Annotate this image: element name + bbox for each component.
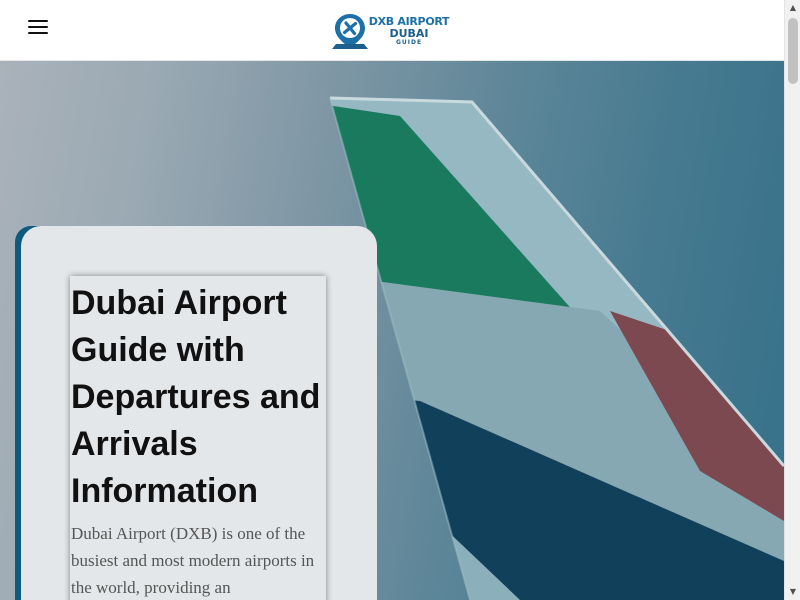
hero-description: Dubai Airport (DXB) is one of the busies…	[71, 524, 315, 597]
scrollbar-thumb[interactable]	[788, 18, 798, 84]
scroll-up-arrow-icon[interactable]: ▲	[785, 0, 800, 16]
logo-text-airport: DXB AIRPORT	[368, 15, 450, 28]
site-logo[interactable]: DXB AIRPORT DUBAI GUIDE	[331, 11, 451, 51]
hamburger-icon[interactable]	[28, 18, 48, 36]
hero-title: Dubai Airport Guide with Departures and …	[71, 284, 321, 510]
scroll-down-arrow-icon[interactable]: ▼	[785, 584, 800, 600]
site-header: DXB AIRPORT DUBAI GUIDE	[0, 0, 784, 61]
logo-text-dubai: DUBAI	[389, 27, 429, 40]
airport-pin-icon	[332, 14, 368, 49]
vertical-scrollbar[interactable]: ▲ ▼	[784, 0, 800, 600]
logo-text-guide: GUIDE	[395, 39, 423, 46]
